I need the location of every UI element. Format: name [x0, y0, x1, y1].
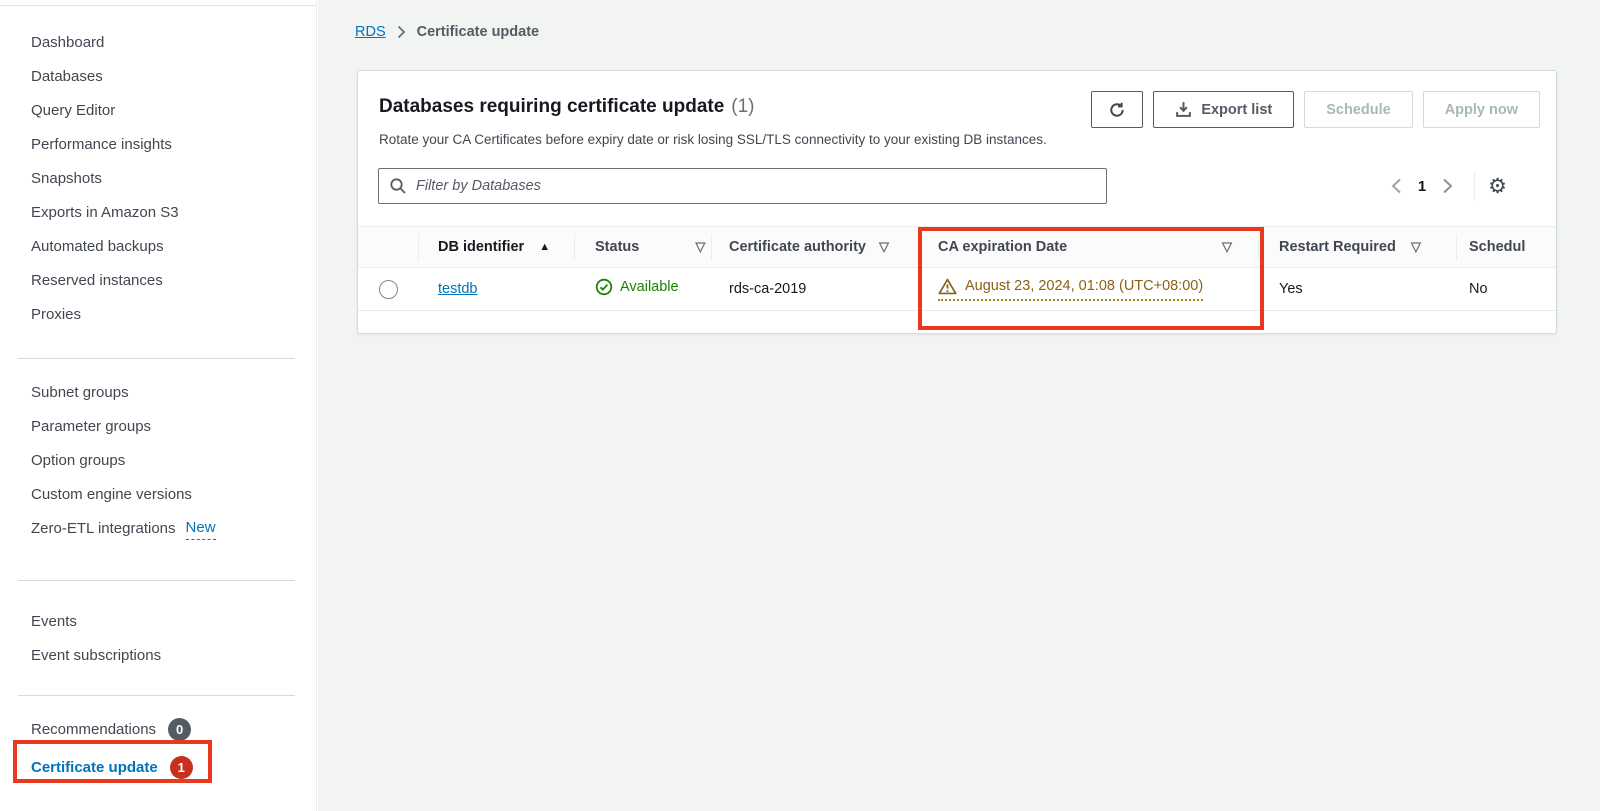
column-header-ca-expiration-date[interactable]: CA expiration Date ▽ — [918, 226, 1258, 268]
breadcrumb-rds-link[interactable]: RDS — [355, 24, 386, 40]
export-list-label: Export list — [1201, 101, 1273, 118]
column-label: Schedul — [1469, 239, 1526, 255]
sidebar: Dashboard Databases Query Editor Perform… — [0, 0, 317, 811]
sort-icon: ▽ — [695, 239, 706, 254]
column-header-scheduled[interactable]: Schedul — [1456, 226, 1556, 268]
sidebar-item-event-subscriptions[interactable]: Event subscriptions — [0, 639, 316, 673]
filter-bar — [378, 168, 1107, 204]
warning-icon — [938, 278, 957, 294]
scheduled-cell: No — [1469, 281, 1488, 297]
column-label: CA expiration Date — [938, 239, 1068, 255]
databases-table: DB identifier ▲ Status ▽ Certificate aut… — [358, 226, 1556, 311]
main-content: RDS Certificate update Databases requiri… — [318, 0, 1600, 811]
sort-icon: ▽ — [878, 239, 889, 254]
refresh-button[interactable] — [1091, 91, 1144, 128]
previous-page-button[interactable] — [1384, 173, 1410, 199]
panel-actions: Export list Schedule Apply now — [1091, 91, 1540, 128]
sidebar-item-label: Certificate update — [31, 758, 158, 776]
new-badge[interactable]: New — [185, 518, 216, 540]
search-icon — [390, 178, 406, 194]
certificate-update-count-badge: 1 — [169, 755, 193, 779]
sidebar-item-reserved-instances[interactable]: Reserved instances — [0, 264, 316, 298]
export-list-button[interactable]: Export list — [1153, 91, 1295, 128]
sidebar-divider — [18, 358, 295, 359]
sidebar-item-events[interactable]: Events — [0, 605, 316, 639]
apply-now-button[interactable]: Apply now — [1422, 91, 1540, 128]
panel-title: Databases requiring certificate update (1… — [379, 96, 755, 118]
sidebar-item-databases[interactable]: Databases — [0, 60, 316, 94]
check-circle-icon — [595, 278, 613, 296]
status-text: Available — [620, 279, 679, 295]
column-header-status[interactable]: Status ▽ — [574, 226, 711, 268]
panel-description: Rotate your CA Certificates before expir… — [379, 132, 1047, 147]
filter-input[interactable] — [378, 168, 1107, 204]
sidebar-item-option-groups[interactable]: Option groups — [0, 444, 316, 478]
page-number[interactable]: 1 — [1418, 178, 1426, 195]
refresh-icon — [1110, 102, 1125, 117]
chevron-right-icon — [1442, 178, 1453, 194]
pagination: 1 ⚙ — [1384, 168, 1507, 204]
chevron-left-icon — [1391, 178, 1402, 194]
breadcrumb: RDS Certificate update — [355, 24, 539, 40]
sidebar-item-zero-etl-integrations[interactable]: Zero-ETL integrations New — [0, 512, 316, 546]
restart-required-cell: Yes — [1279, 281, 1303, 297]
select-all-column — [358, 226, 418, 268]
table-settings-gear-icon[interactable]: ⚙ — [1488, 176, 1507, 197]
sort-icon: ▽ — [1410, 239, 1421, 254]
sidebar-item-certificate-update[interactable]: Certificate update 1 — [0, 746, 316, 788]
sidebar-item-query-editor[interactable]: Query Editor — [0, 94, 316, 128]
sidebar-item-subnet-groups[interactable]: Subnet groups — [0, 376, 316, 410]
column-header-restart-required[interactable]: Restart Required ▽ — [1258, 226, 1456, 268]
ca-expiration-cell[interactable]: August 23, 2024, 01:08 (UTC+08:00) — [938, 278, 1204, 301]
sidebar-item-automated-backups[interactable]: Automated backups — [0, 230, 316, 264]
breadcrumb-chevron-icon — [397, 25, 405, 39]
column-label: DB identifier — [438, 239, 525, 255]
recommendations-count-badge: 0 — [168, 717, 192, 741]
download-icon — [1176, 102, 1192, 117]
column-header-db-identifier[interactable]: DB identifier ▲ — [418, 226, 574, 268]
breadcrumb-current: Certificate update — [416, 24, 540, 40]
column-header-certificate-authority[interactable]: Certificate authority ▽ — [711, 226, 918, 268]
sidebar-item-exports-s3[interactable]: Exports in Amazon S3 — [0, 196, 316, 230]
sidebar-divider — [18, 695, 295, 696]
sidebar-item-label: Zero-ETL integrations — [31, 520, 176, 537]
sidebar-top-divider — [0, 5, 316, 6]
sidebar-item-snapshots[interactable]: Snapshots — [0, 162, 316, 196]
panel-title-text: Databases requiring certificate update — [379, 96, 725, 117]
sort-ascending-icon: ▲ — [539, 241, 551, 253]
sidebar-divider — [18, 580, 295, 581]
sort-icon: ▽ — [1222, 239, 1232, 254]
column-label: Status — [595, 239, 640, 255]
sidebar-item-label: Recommendations — [31, 720, 157, 738]
column-label: Restart Required — [1279, 239, 1396, 255]
certificate-authority-cell: rds-ca-2019 — [729, 281, 807, 297]
status-cell: Available — [595, 278, 679, 296]
sidebar-item-parameter-groups[interactable]: Parameter groups — [0, 410, 316, 444]
sidebar-item-custom-engine-versions[interactable]: Custom engine versions — [0, 478, 316, 512]
sidebar-item-dashboard[interactable]: Dashboard — [0, 26, 316, 60]
certificate-update-panel: Databases requiring certificate update (1… — [357, 70, 1557, 334]
db-identifier-link[interactable]: testdb — [438, 281, 478, 297]
sidebar-item-proxies[interactable]: Proxies — [0, 298, 316, 332]
row-select-radio[interactable] — [378, 279, 398, 299]
expiration-text: August 23, 2024, 01:08 (UTC+08:00) — [965, 278, 1204, 294]
column-label: Certificate authority — [729, 239, 866, 255]
sidebar-item-performance-insights[interactable]: Performance insights — [0, 128, 316, 162]
schedule-button[interactable]: Schedule — [1304, 91, 1413, 128]
sidebar-item-recommendations[interactable]: Recommendations 0 — [0, 712, 316, 746]
table-header-row: DB identifier ▲ Status ▽ Certificate aut… — [358, 226, 1556, 268]
panel-count: (1) — [731, 96, 755, 117]
table-row: testdb Available rds-ca-2019 August 23, … — [358, 268, 1556, 311]
sidebar-nav: Dashboard Databases Query Editor Perform… — [0, 26, 316, 788]
next-page-button[interactable] — [1434, 173, 1460, 199]
pagination-divider — [1474, 171, 1476, 201]
